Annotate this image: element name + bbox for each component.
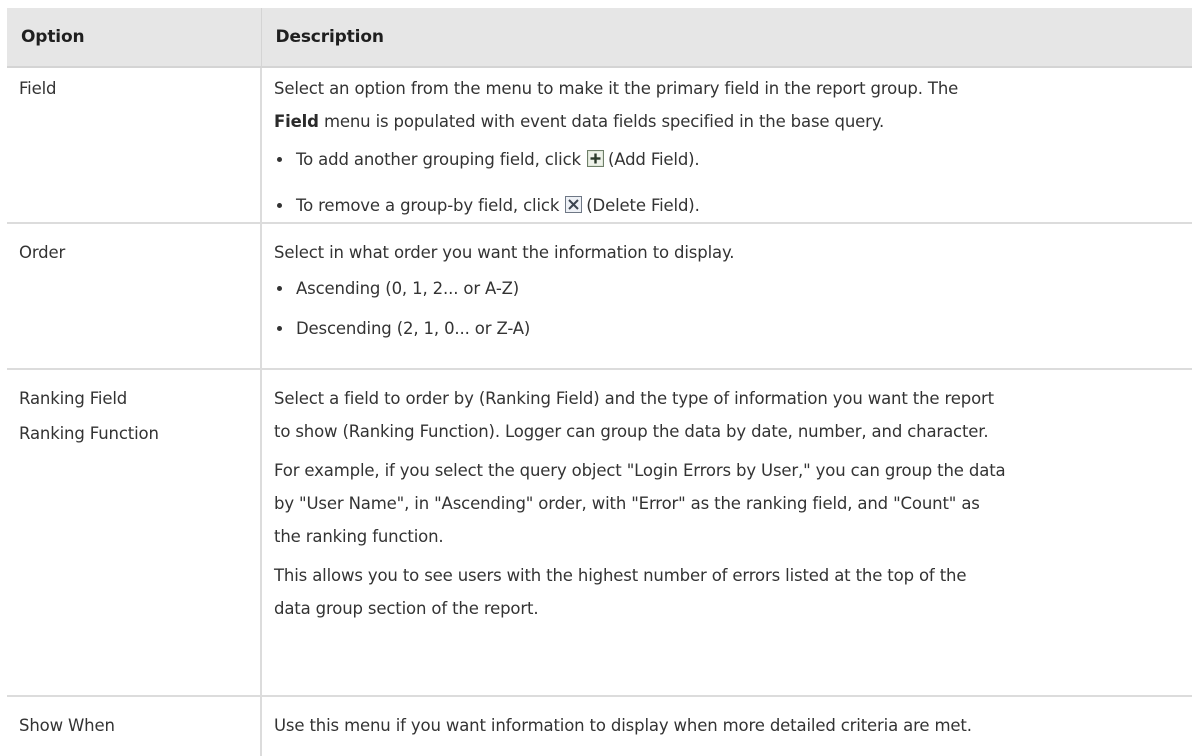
description-text-rest: menu is populated with event data fields…: [318, 112, 885, 131]
table-row: Order Select in what order you want the …: [7, 223, 1192, 370]
option-name: Ranking Field: [19, 389, 128, 408]
option-cell: Show When: [7, 696, 261, 756]
list-item-text: Ascending (0, 1, 2... or A-Z): [296, 279, 520, 298]
option-name-secondary: Ranking Function: [19, 424, 159, 443]
description-text: Select an option from the menu to make i…: [274, 79, 959, 98]
list-item: Descending (2, 1, 0... or Z-A): [274, 312, 1184, 345]
list-item-text: To remove a group-by field, click: [296, 196, 560, 215]
description-text: data group section of the report.: [274, 599, 539, 618]
description-text: Use this menu if you want information to…: [274, 716, 972, 735]
x-box-icon: [565, 196, 583, 213]
column-header-option: Option: [7, 8, 261, 68]
option-name: Show When: [19, 716, 115, 735]
list-item-text-suffix: (Add Field).: [607, 150, 700, 169]
description-cell: Select a field to order by (Ranking Fiel…: [260, 369, 1192, 697]
description-text: Select in what order you want the inform…: [274, 243, 735, 262]
column-header-description: Description: [260, 8, 1192, 68]
list-item: To remove a group-by field, click (Delete…: [274, 189, 1184, 222]
option-name: Order: [19, 243, 66, 262]
list-item: Ascending (0, 1, 2... or A-Z): [274, 272, 1184, 305]
description-text: to show (Ranking Function). Logger can g…: [274, 422, 989, 441]
bullet-icon: [277, 157, 282, 162]
description-cell: Select in what order you want the inform…: [260, 223, 1192, 370]
description-cell: Select an option from the menu to make i…: [260, 67, 1192, 224]
table-row: Field Select an option from the menu to …: [7, 67, 1192, 224]
description-text: This allows you to see users with the hi…: [274, 566, 967, 585]
plus-box-icon: [586, 150, 604, 167]
option-name: Field: [19, 79, 57, 98]
field-keyword: Field: [274, 112, 319, 131]
description-text-line: Field menu is populated with event data …: [274, 105, 1184, 138]
option-cell: Order: [7, 223, 261, 370]
option-cell: Field: [7, 67, 261, 224]
list-item-text: Descending (2, 1, 0... or Z-A): [296, 319, 531, 338]
table-row: Ranking Field Ranking Function Select a …: [7, 369, 1192, 697]
option-cell: Ranking Field Ranking Function: [7, 369, 261, 697]
description-cell: Use this menu if you want information to…: [260, 696, 1192, 756]
table-header-row: Option Description: [7, 8, 1192, 68]
bullet-icon: [277, 203, 282, 208]
bullet-icon: [277, 326, 282, 331]
description-text: the ranking function.: [274, 527, 444, 546]
description-text: by "User Name", in "Ascending" order, wi…: [274, 494, 980, 513]
description-text: Select a field to order by (Ranking Fiel…: [274, 389, 994, 408]
options-table: Option Description Field Select an optio…: [7, 8, 1192, 756]
list-item-text: To add another grouping field, click: [296, 150, 581, 169]
bullet-icon: [277, 286, 282, 291]
description-text: For example, if you select the query obj…: [274, 461, 1006, 480]
list-item-text-suffix: (Delete Field).: [586, 196, 700, 215]
list-item: To add another grouping field, click (Add…: [274, 143, 1184, 176]
table-row: Show When Use this menu if you want info…: [7, 696, 1192, 756]
